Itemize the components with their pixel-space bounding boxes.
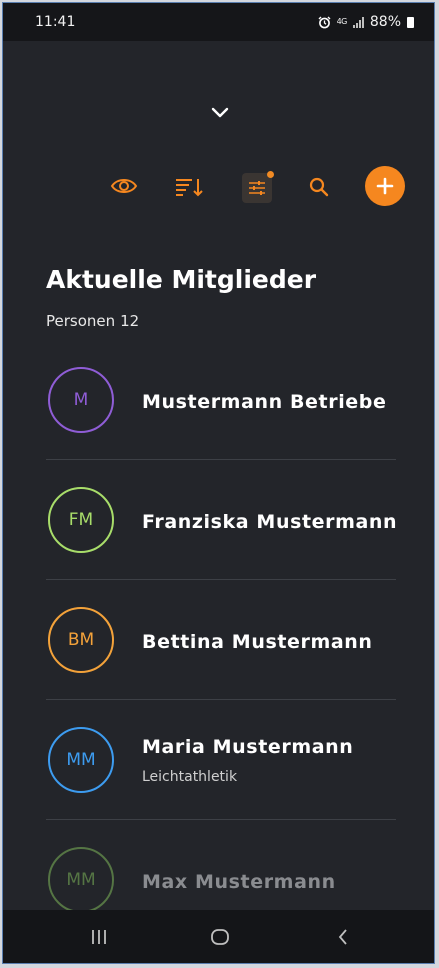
member-name: Max Mustermann (142, 871, 336, 893)
list-item[interactable]: MM Maria Mustermann Leichtathletik (3, 702, 434, 822)
back-icon (338, 928, 347, 945)
filter-button[interactable] (242, 171, 274, 203)
recent-apps-icon (92, 929, 106, 944)
member-name: Mustermann Betriebe (142, 391, 387, 413)
search-button[interactable] (305, 173, 333, 201)
divider (46, 819, 396, 820)
home-button[interactable] (190, 910, 250, 963)
signal-icon (352, 16, 364, 28)
chevron-down-icon[interactable] (210, 107, 230, 119)
plus-icon (376, 177, 394, 195)
avatar: MM (48, 847, 114, 913)
avatar: FM (48, 487, 114, 553)
battery-icon (407, 16, 414, 28)
status-time: 11:41 (35, 14, 76, 30)
list-item[interactable]: BM Bettina Mustermann (3, 582, 434, 702)
sort-icon (176, 179, 203, 197)
view-button[interactable] (108, 170, 140, 202)
member-name: Maria Mustermann (142, 736, 354, 758)
member-count-label: Personen (46, 312, 116, 330)
eye-icon (110, 179, 138, 193)
app-window: 11:41 4G 88% Aktuelle Mitglieder Persone… (2, 2, 435, 964)
search-icon (309, 177, 329, 197)
recent-apps-button[interactable] (69, 910, 129, 963)
list-item[interactable]: M Mustermann Betriebe (3, 342, 434, 462)
divider (46, 699, 396, 700)
status-indicators: 4G 88% (318, 14, 414, 30)
member-name: Franziska Mustermann (142, 511, 398, 533)
battery-percent: 88% (369, 14, 401, 30)
avatar: M (48, 367, 114, 433)
member-count-value: 12 (120, 312, 140, 330)
member-name: Bettina Mustermann (142, 631, 373, 653)
network-label: 4G (336, 17, 348, 26)
filter-icon (249, 181, 265, 195)
member-count: Personen 12 (46, 312, 139, 330)
avatar: BM (48, 607, 114, 673)
avatar: MM (48, 727, 114, 793)
divider (46, 459, 396, 460)
sort-button[interactable] (172, 170, 206, 204)
member-subtitle: Leichtathletik (142, 769, 238, 785)
status-bar: 11:41 4G 88% (3, 3, 434, 41)
divider (46, 579, 396, 580)
filter-active-dot (267, 171, 274, 178)
add-member-button[interactable] (365, 166, 405, 206)
home-icon (211, 928, 229, 945)
list-item[interactable]: FM Franziska Mustermann (3, 462, 434, 582)
back-button[interactable] (313, 910, 373, 963)
alarm-icon (318, 16, 331, 28)
page-title: Aktuelle Mitglieder (46, 265, 317, 294)
system-navigation-bar (3, 910, 434, 963)
